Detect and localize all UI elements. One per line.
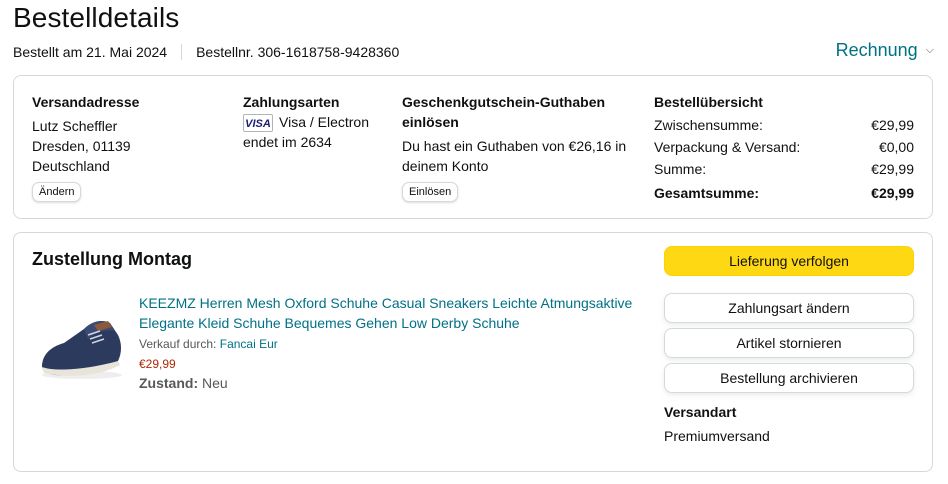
order-number: Bestellnr. 306-1618758-9428360 — [196, 44, 400, 60]
delivery-card: Zustellung Montag KEEZMZ Herren Mesh Oxf… — [13, 232, 933, 472]
change-payment-button[interactable]: Zahlungsart ändern — [664, 293, 914, 323]
summary-row: Summe: €29,99 — [654, 158, 914, 180]
total-value: €29,99 — [871, 185, 914, 201]
product-title-link[interactable]: KEEZMZ Herren Mesh Oxford Schuhe Casual … — [139, 293, 639, 333]
order-date: Bestellt am 21. Mai 2024 — [13, 44, 168, 60]
summary-value: €0,00 — [878, 139, 914, 155]
product-image[interactable] — [32, 291, 128, 387]
payment-methods: Zahlungsarten VISA Visa / Electron endet … — [243, 92, 393, 152]
seller-prefix: Verkauf durch: — [139, 337, 217, 351]
summary-value: €29,99 — [871, 117, 914, 133]
address-city: Dresden, 01139 — [32, 138, 131, 154]
card-ending: endet im 2634 — [243, 134, 332, 151]
change-address-button[interactable]: Ändern — [32, 182, 82, 202]
page-title: Bestelldetails — [13, 2, 180, 33]
giftcard-title: Geschenkgutschein-Guthaben einlösen — [402, 94, 606, 130]
summary-row: Verpackung & Versand: €0,00 — [654, 136, 914, 158]
invoice-label: Rechnung — [835, 40, 918, 60]
summary-label: Summe: — [654, 161, 707, 177]
total-label: Gesamtsumme: — [654, 185, 760, 201]
archive-order-button[interactable]: Bestellung archivieren — [664, 363, 914, 393]
order-summary: Bestellübersicht Zwischensumme: €29,99 V… — [654, 92, 914, 204]
address-name: Lutz Scheffler — [32, 118, 118, 134]
seller-link[interactable]: Fancai Eur — [220, 337, 278, 351]
summary-title: Bestellübersicht — [654, 94, 763, 110]
condition-value: Neu — [202, 375, 228, 391]
order-meta: Bestellt am 21. Mai 2024 Bestellnr. 306-… — [13, 44, 399, 60]
summary-total-row: Gesamtsumme: €29,99 — [654, 182, 914, 204]
redeem-button[interactable]: Einlösen — [402, 182, 459, 202]
order-info-card: Versandadresse Lutz Scheffler Dresden, 0… — [13, 75, 933, 219]
summary-value: €29,99 — [871, 161, 914, 177]
chevron-down-icon: ⌵ — [925, 44, 934, 56]
shipping-address: Versandadresse Lutz Scheffler Dresden, 0… — [32, 92, 222, 202]
cancel-item-button[interactable]: Artikel stornieren — [664, 328, 914, 358]
summary-row: Zwischensumme: €29,99 — [654, 114, 914, 136]
card-name: Visa / Electron — [279, 114, 370, 130]
invoice-dropdown[interactable]: Rechnung ⌵ — [836, 40, 934, 61]
payment-title: Zahlungsarten — [243, 94, 340, 110]
condition-label: Zustand: — [139, 375, 199, 391]
payment-card: VISA Visa / Electron — [243, 112, 393, 133]
giftcard-section: Geschenkgutschein-Guthaben einlösen Du h… — [402, 92, 642, 202]
address-country: Deutschland — [32, 158, 110, 174]
giftcard-text: Du hast ein Guthaben von €26,16 in deine… — [402, 138, 627, 174]
meta-divider — [181, 44, 183, 60]
summary-label: Zwischensumme: — [654, 117, 763, 133]
shipping-method-label: Versandart — [664, 404, 737, 420]
track-delivery-button[interactable]: Lieferung verfolgen — [664, 246, 914, 276]
shoe-icon — [42, 321, 122, 379]
shipping-address-title: Versandadresse — [32, 94, 140, 110]
shipping-method-value: Premiumversand — [664, 428, 770, 444]
seller-info: Verkauf durch: Fancai Eur — [139, 337, 278, 351]
delivery-title: Zustellung Montag — [32, 249, 192, 269]
product-price: €29,99 — [139, 357, 176, 371]
product-condition: Zustand: Neu — [139, 375, 228, 391]
visa-card-icon: VISA — [243, 114, 273, 133]
summary-label: Verpackung & Versand: — [654, 139, 801, 155]
